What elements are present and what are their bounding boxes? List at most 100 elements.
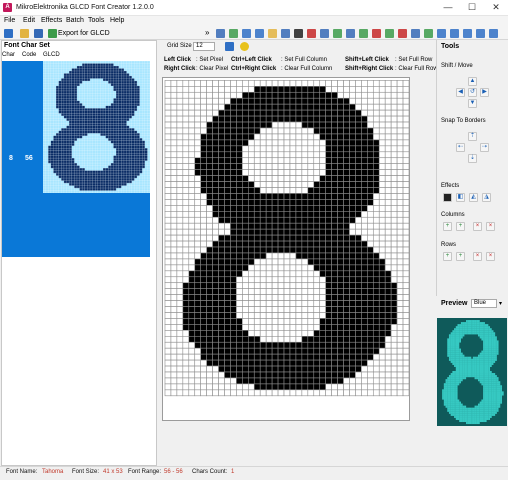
arrow-right-icon[interactable] xyxy=(450,29,459,38)
shift-right-button[interactable]: ▶ xyxy=(480,88,489,97)
snap-left-button[interactable]: ⇠ xyxy=(456,143,465,152)
invert-icon[interactable] xyxy=(294,29,303,38)
glcd-thumbnail xyxy=(43,61,150,193)
mirror-horizontal-button[interactable]: ◧ xyxy=(456,193,465,202)
column-delete-left-button[interactable]: × xyxy=(473,222,482,231)
menu-batch[interactable]: Batch xyxy=(66,17,84,24)
shift-left-icon[interactable] xyxy=(359,29,368,38)
rows-label: Rows xyxy=(441,242,457,248)
arrow-left-icon[interactable] xyxy=(437,29,446,38)
font-range-value: 56 - 56 xyxy=(164,469,183,475)
help-set-full-column: : Set Full Column xyxy=(281,57,328,63)
shift-up-button[interactable]: ▲ xyxy=(468,77,477,86)
grid-size-label: Grid Size xyxy=(167,43,192,49)
columns-label: Columns xyxy=(441,212,465,218)
tools-title: Tools xyxy=(441,43,460,50)
menu-edit[interactable]: Edit xyxy=(23,17,35,24)
snap-bottom-button[interactable]: ⇣ xyxy=(468,154,477,163)
column-insert-right-button[interactable]: + xyxy=(456,222,465,231)
maximize-button[interactable]: ☐ xyxy=(460,0,484,15)
row-delete-top-button[interactable]: × xyxy=(473,252,482,261)
new-icon[interactable] xyxy=(4,29,13,38)
app-icon: A xyxy=(3,3,12,12)
help-set-full-row: : Set Full Row xyxy=(395,57,433,63)
rotate-icon[interactable] xyxy=(489,29,498,38)
column-header-glcd[interactable]: GLCD xyxy=(43,52,60,58)
save-icon[interactable] xyxy=(34,29,43,38)
shift-down-button[interactable]: ▼ xyxy=(468,99,477,108)
help-clear-full-column: : Clear Full Column xyxy=(281,66,333,72)
export-icon[interactable] xyxy=(48,29,57,38)
row-delete-bottom-button[interactable]: × xyxy=(486,252,495,261)
mirror-h-icon[interactable] xyxy=(320,29,329,38)
grid-size-value: 12 xyxy=(196,43,203,49)
rotate-right-icon[interactable] xyxy=(281,29,290,38)
arrow-down-icon[interactable] xyxy=(476,29,485,38)
menu-file[interactable]: File xyxy=(4,17,15,24)
redo-icon[interactable] xyxy=(255,29,264,38)
window-title: MikroElektronika GLCD Font Creator 1.2.0… xyxy=(16,4,154,11)
close-button[interactable]: ✕ xyxy=(484,0,508,15)
chevron-down-icon[interactable]: ▾ xyxy=(499,300,502,307)
snap-top-button[interactable]: ⇡ xyxy=(468,132,477,141)
shift-reset-button[interactable]: ↺ xyxy=(468,88,477,97)
help-shift-left: Shift+Left Click xyxy=(345,57,389,63)
help-left-click: Left Click xyxy=(164,57,192,63)
column-header-code[interactable]: Code xyxy=(22,52,36,58)
mirror-v-icon[interactable] xyxy=(333,29,342,38)
menu-effects[interactable]: Effects xyxy=(41,17,62,24)
menu-tools[interactable]: Tools xyxy=(88,17,104,24)
paste-icon[interactable] xyxy=(229,29,238,38)
copy-icon[interactable] xyxy=(216,29,225,38)
flip-button[interactable]: ◮ xyxy=(482,193,491,202)
rotate-left-icon[interactable] xyxy=(268,29,277,38)
help-shift-right: Shift+Right Click xyxy=(345,66,394,72)
insert-col-icon[interactable] xyxy=(385,29,394,38)
shift-move-label: Shift / Move xyxy=(441,63,473,69)
flip-icon[interactable] xyxy=(346,29,355,38)
font-name-value: Tahoma xyxy=(42,469,64,475)
row-insert-bottom-button[interactable]: + xyxy=(456,252,465,261)
font-name-label: Font Name: xyxy=(6,469,38,475)
code-value: 56 xyxy=(25,155,33,162)
shift-left-button[interactable]: ◀ xyxy=(456,88,465,97)
font-char-set-title: Font Char Set xyxy=(4,42,50,49)
help-clear-pixel: : Clear Pixel xyxy=(196,66,229,72)
undo-icon[interactable] xyxy=(242,29,251,38)
font-size-label: Font Size: xyxy=(72,469,100,475)
help-icon[interactable] xyxy=(240,42,249,51)
help-right-click: Right Click xyxy=(164,66,196,72)
delete-col-icon[interactable] xyxy=(398,29,407,38)
char-value: 8 xyxy=(9,155,13,162)
toolbar-overflow-icon[interactable]: » xyxy=(205,28,209,37)
delete-row-icon[interactable] xyxy=(424,29,433,38)
shift-right-icon[interactable] xyxy=(372,29,381,38)
pixel-editor-grid[interactable] xyxy=(162,77,410,421)
clear-icon[interactable] xyxy=(307,29,316,38)
row-insert-top-button[interactable]: + xyxy=(443,252,452,261)
help-ctrl-left: Ctrl+Left Click xyxy=(231,57,272,63)
help-set-pixel: : Set Pixel xyxy=(196,57,224,63)
help-clear-full-row: : Clear Full Row xyxy=(395,66,438,72)
column-header-char[interactable]: Char xyxy=(2,52,15,58)
insert-row-icon[interactable] xyxy=(411,29,420,38)
preview-title: Preview xyxy=(441,300,468,307)
chars-count-value: 1 xyxy=(231,469,235,475)
preview-color-select[interactable]: Blue xyxy=(471,299,497,308)
grid-size-select[interactable]: 12 xyxy=(193,42,215,51)
export-for-glcd-button[interactable]: Export for GLCD xyxy=(58,30,110,37)
invert-button[interactable] xyxy=(443,193,452,202)
snap-right-button[interactable]: ⇢ xyxy=(480,143,489,152)
mirror-vertical-button[interactable]: ◭ xyxy=(469,193,478,202)
font-range-label: Font Range: xyxy=(128,469,162,475)
arrow-up-icon[interactable] xyxy=(463,29,472,38)
help-ctrl-right: Ctrl+Right Click xyxy=(231,66,277,72)
grid-toggle-icon[interactable] xyxy=(225,42,234,51)
open-folder-icon[interactable] xyxy=(20,29,29,38)
minimize-button[interactable]: — xyxy=(436,0,460,15)
glcd-preview xyxy=(437,318,507,426)
column-delete-right-button[interactable]: × xyxy=(486,222,495,231)
column-insert-left-button[interactable]: + xyxy=(443,222,452,231)
menu-help[interactable]: Help xyxy=(110,17,124,24)
preview-color-value: Blue xyxy=(474,300,487,306)
